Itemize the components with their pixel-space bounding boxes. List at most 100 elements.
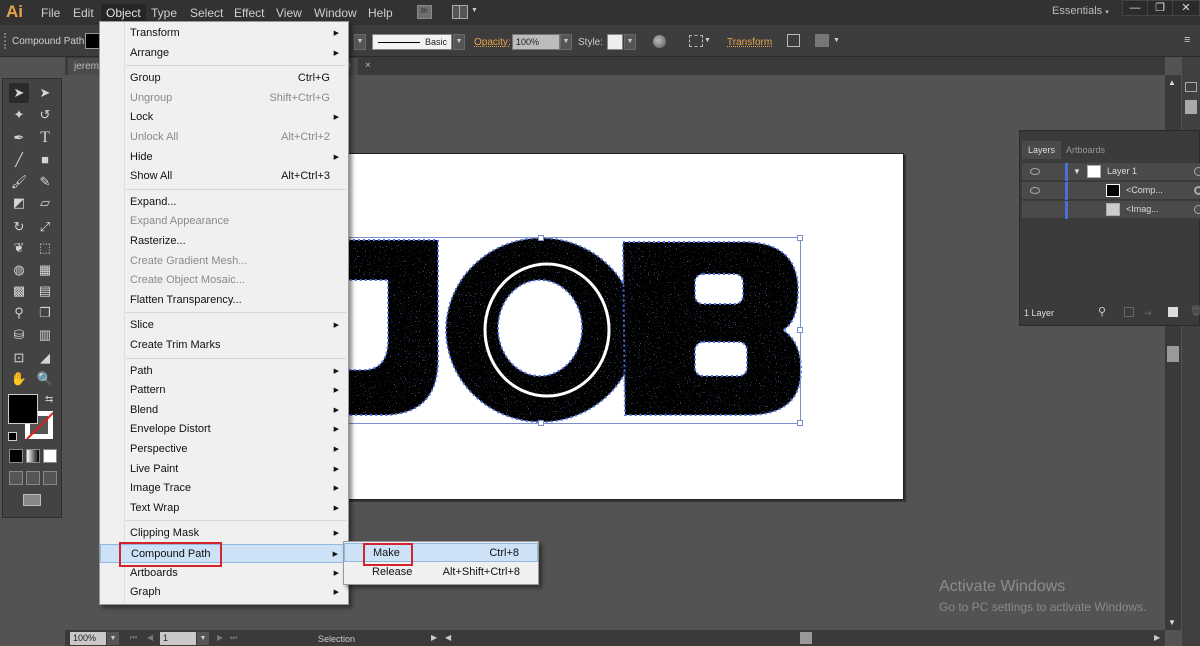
rotate-tool-icon[interactable]: ↻: [9, 217, 29, 237]
first-artboard-icon[interactable]: ⏮: [130, 633, 137, 643]
menu-item-expand-appearance[interactable]: Expand Appearance: [100, 212, 348, 231]
locate-object-icon[interactable]: ⚲: [1098, 305, 1106, 318]
opacity-dropdown[interactable]: ▼: [560, 34, 572, 50]
scroll-left-icon[interactable]: ◀: [445, 633, 451, 642]
eyedropper-icon[interactable]: ⚲: [9, 303, 29, 323]
horizontal-scroll-thumb[interactable]: [800, 632, 812, 644]
opacity-input[interactable]: 100%: [512, 34, 560, 50]
menu-window[interactable]: Window: [309, 4, 362, 22]
menu-item-path[interactable]: Path ▶: [100, 362, 348, 381]
zoom-tool-icon[interactable]: 🔍: [35, 369, 55, 389]
paintbrush-icon[interactable]: 🖌: [9, 172, 29, 192]
pen-tool-icon[interactable]: ✒: [9, 128, 29, 148]
perspective-grid-icon[interactable]: ▦: [35, 260, 55, 280]
layer-name[interactable]: <Comp...: [1126, 185, 1163, 195]
menu-item-artboards[interactable]: Artboards ▶: [100, 564, 348, 583]
arrange-documents-icon[interactable]: [452, 5, 468, 19]
fill-color-swatch[interactable]: [8, 394, 38, 424]
rectangle-tool-icon[interactable]: ■: [35, 150, 55, 170]
menu-item-graph[interactable]: Graph ▶: [100, 583, 348, 602]
resize-handle[interactable]: [797, 235, 803, 241]
shape-builder-icon[interactable]: ◍: [9, 260, 29, 280]
menu-item-envelope-distort[interactable]: Envelope Distort ▶: [100, 420, 348, 439]
menu-item-create-trim-marks[interactable]: Create Trim Marks: [100, 336, 348, 355]
menu-item-unlock-all[interactable]: Unlock All Alt+Ctrl+2: [100, 128, 348, 147]
layer-name[interactable]: <Imag...: [1126, 204, 1159, 214]
bridge-button[interactable]: Br: [417, 5, 432, 19]
resize-handle[interactable]: [538, 420, 544, 426]
scroll-right-icon[interactable]: ▶: [1154, 633, 1160, 642]
tab-artboards[interactable]: Artboards: [1060, 141, 1111, 159]
menu-edit[interactable]: Edit: [68, 4, 99, 22]
target-icon[interactable]: [1194, 186, 1200, 195]
menu-item-flatten-transparency[interactable]: Flatten Transparency...: [100, 291, 348, 310]
menu-item-live-paint[interactable]: Live Paint ▶: [100, 460, 348, 479]
artboard-number-input[interactable]: 1: [160, 632, 196, 645]
artboard-dropdown[interactable]: ▼: [197, 632, 209, 645]
menu-item-text-wrap[interactable]: Text Wrap ▶: [100, 499, 348, 518]
selection-tool-icon[interactable]: ➤: [9, 83, 29, 103]
layer-row[interactable]: ▼ Layer 1: [1022, 163, 1200, 181]
opacity-link[interactable]: Opacity:: [474, 37, 511, 48]
zoom-dropdown[interactable]: ▼: [107, 632, 119, 645]
menu-effect[interactable]: Effect: [229, 4, 269, 22]
line-tool-icon[interactable]: ╱: [9, 150, 29, 170]
eye-icon[interactable]: [1030, 168, 1040, 175]
layer-name[interactable]: Layer 1: [1107, 166, 1137, 176]
magic-wand-icon[interactable]: ✦: [9, 105, 29, 125]
hand-tool-icon[interactable]: ✋: [9, 369, 29, 389]
menu-object[interactable]: Object: [101, 4, 146, 22]
select-similar-icon[interactable]: [815, 34, 829, 47]
last-artboard-icon[interactable]: ⏭: [230, 633, 237, 643]
menu-item-pattern[interactable]: Pattern ▶: [100, 381, 348, 400]
stroke-profile-select[interactable]: Basic: [372, 34, 452, 50]
arrange-dropdown-icon[interactable]: ▼: [471, 7, 478, 14]
blob-brush-icon[interactable]: ◩: [9, 193, 29, 213]
stroke-weight-dropdown[interactable]: ▼: [354, 34, 366, 50]
close-button[interactable]: ✕: [1172, 0, 1200, 16]
layer-row[interactable]: <Imag...: [1022, 201, 1200, 219]
menu-item-show-all[interactable]: Show All Alt+Ctrl+3: [100, 167, 348, 186]
expand-triangle-icon[interactable]: ▼: [1073, 167, 1081, 176]
direct-selection-tool-icon[interactable]: ➤: [35, 83, 55, 103]
isolate-group-icon[interactable]: [787, 34, 800, 47]
slice-tool-icon[interactable]: ◢: [35, 348, 55, 368]
menu-view[interactable]: View: [271, 4, 307, 22]
swap-colors-icon[interactable]: ⇆: [45, 394, 53, 405]
swatches-panel-icon[interactable]: [1185, 82, 1197, 92]
mesh-tool-icon[interactable]: ▩: [9, 281, 29, 301]
selection-bounding-box[interactable]: [341, 235, 803, 426]
gradient-tool-icon[interactable]: ▤: [35, 281, 55, 301]
menu-select[interactable]: Select: [185, 4, 228, 22]
style-dropdown[interactable]: ▼: [624, 34, 636, 50]
gradient-mode-icon[interactable]: [26, 449, 40, 463]
menu-item-create-gradient-mesh[interactable]: Create Gradient Mesh...: [100, 252, 348, 271]
artboard-tool-icon[interactable]: ⊡: [9, 348, 29, 368]
pencil-icon[interactable]: ✎: [35, 172, 55, 192]
menu-item-create-object-mosaic[interactable]: Create Object Mosaic...: [100, 271, 348, 290]
panel-menu-icon[interactable]: ≡: [1184, 34, 1190, 46]
previous-artboard-icon[interactable]: ◀: [147, 633, 153, 642]
restore-button[interactable]: ❐: [1147, 0, 1173, 16]
zoom-level-input[interactable]: 100%: [70, 632, 106, 645]
next-artboard-icon[interactable]: ▶: [217, 633, 223, 642]
draw-inside-icon[interactable]: [43, 471, 57, 485]
tab-layers[interactable]: Layers: [1022, 141, 1062, 159]
layer-row[interactable]: <Comp...: [1022, 182, 1200, 200]
default-colors-icon[interactable]: [8, 432, 17, 441]
scale-tool-icon[interactable]: ⤢: [35, 217, 55, 237]
warp-tool-icon[interactable]: ❦: [9, 238, 29, 258]
column-graph-icon[interactable]: ▥: [35, 325, 55, 345]
type-tool-icon[interactable]: T: [35, 128, 55, 148]
resize-handle[interactable]: [797, 420, 803, 426]
resize-handle[interactable]: [538, 235, 544, 241]
menu-file[interactable]: File: [36, 4, 65, 22]
menu-item-blend[interactable]: Blend ▶: [100, 401, 348, 420]
draw-behind-icon[interactable]: [26, 471, 40, 485]
menu-item-rasterize[interactable]: Rasterize...: [100, 232, 348, 251]
scroll-down-icon[interactable]: ▼: [1168, 618, 1176, 627]
menu-item-slice[interactable]: Slice ▶: [100, 316, 348, 335]
eraser-icon[interactable]: ▱: [35, 193, 55, 213]
transform-link[interactable]: Transform: [727, 37, 772, 48]
graphic-style-swatch[interactable]: [607, 34, 623, 50]
